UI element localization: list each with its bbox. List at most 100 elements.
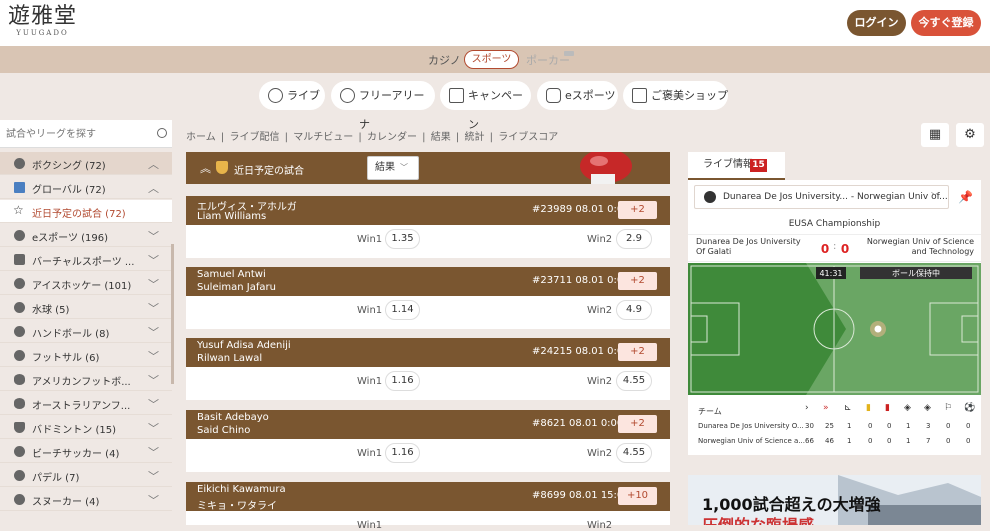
win1-odds[interactable]: 1.16 bbox=[385, 443, 420, 463]
offside-icon: ⚐ bbox=[944, 403, 953, 413]
match-header[interactable]: Samuel Antwi Suleiman Jafaru #23711 08.0… bbox=[186, 267, 670, 296]
sidebar-item-handball[interactable]: ハンドボール (8) ﹀ bbox=[0, 320, 172, 343]
star-icon: ☆ bbox=[13, 203, 24, 217]
win1-odds[interactable]: 1.16 bbox=[385, 371, 420, 391]
futsal-ball-icon bbox=[14, 350, 25, 361]
sidebar-item-virtual-sports[interactable]: バーチャルスポーツ ... ﹀ bbox=[0, 248, 172, 271]
sidebar-scrollbar[interactable] bbox=[171, 244, 174, 384]
tab-casino[interactable]: カジノ bbox=[428, 52, 461, 68]
shot-off-target-icon: ◈ bbox=[924, 403, 931, 413]
collapse-icon[interactable]: ︽ bbox=[200, 160, 211, 176]
category-live[interactable]: ライブ bbox=[259, 81, 325, 110]
breadcrumb-multiview[interactable]: マルチビュー bbox=[293, 132, 353, 143]
stat-value: 1 bbox=[847, 422, 852, 430]
login-button[interactable]: ログイン bbox=[847, 10, 906, 36]
breadcrumb-separator: | bbox=[489, 132, 494, 143]
breadcrumb-livescore[interactable]: ライブスコア bbox=[498, 132, 558, 143]
logo[interactable]: 遊雅堂 YUUGADO bbox=[8, 5, 77, 38]
breadcrumb-stats[interactable]: 統計 bbox=[464, 132, 484, 143]
breadcrumb-home[interactable]: ホーム bbox=[186, 132, 216, 143]
live-match-select[interactable]: Dunarea De Jos University... - Norwegian… bbox=[694, 185, 949, 209]
tab-sports[interactable]: スポーツ bbox=[464, 50, 519, 69]
more-markets-button[interactable]: +2 bbox=[618, 415, 657, 433]
sidebar-item-global[interactable]: グローバル (72) ︿ bbox=[0, 176, 172, 199]
sidebar-item-boxing[interactable]: ボクシング (72) ︿ bbox=[0, 152, 172, 175]
more-markets-button[interactable]: +2 bbox=[618, 272, 657, 290]
sidebar-item-american-football[interactable]: アメリカンフットボ... ﹀ bbox=[0, 368, 172, 391]
product-nav: カジノ スポーツ ポーカー bbox=[0, 46, 990, 73]
chevron-up-icon: ︿ bbox=[148, 158, 159, 171]
breadcrumb-results[interactable]: 結果 bbox=[431, 132, 451, 143]
globe-icon bbox=[14, 182, 25, 193]
search-input[interactable] bbox=[6, 126, 146, 142]
breadcrumb-calendar[interactable]: カレンダー bbox=[367, 132, 417, 143]
breadcrumb-separator: | bbox=[455, 132, 460, 143]
win2-odds[interactable]: 4.55 bbox=[616, 443, 652, 463]
sidebar-item-upcoming[interactable]: ☆ 近日予定の試合 (72) bbox=[0, 200, 172, 223]
win1-odds[interactable]: 1.14 bbox=[385, 300, 420, 320]
search-icon[interactable] bbox=[157, 128, 167, 138]
sidebar-item-snooker[interactable]: スヌーカー (4) ﹀ bbox=[0, 488, 172, 511]
match-meta: #8699 08.01 15:00 bbox=[532, 490, 630, 501]
calculator-icon[interactable]: ▦ bbox=[921, 123, 949, 147]
sidebar-item-label: スヌーカー (4) bbox=[32, 497, 100, 508]
stat-value: 46 bbox=[825, 437, 834, 445]
sidebar-item-label: 近日予定の試合 (72) bbox=[32, 209, 126, 220]
stat-value: 0 bbox=[868, 422, 873, 430]
sidebar-item-futsal[interactable]: フットサル (6) ﹀ bbox=[0, 344, 172, 367]
match-header[interactable]: Yusuf Adisa Adeniji Rilwan Lawal #24215 … bbox=[186, 338, 670, 367]
pin-icon[interactable]: 📌 bbox=[958, 190, 973, 204]
stat-value: 3 bbox=[926, 422, 931, 430]
beach-soccer-ball-icon bbox=[14, 446, 25, 457]
sidebar-item-water-polo[interactable]: 水球 (5) ﹀ bbox=[0, 296, 172, 319]
sidebar-item-ice-hockey[interactable]: アイスホッケー (101) ﹀ bbox=[0, 272, 172, 295]
match-card: Basit Adebayo Said Chino #8621 08.01 0:0… bbox=[186, 410, 670, 472]
register-button[interactable]: 今すぐ登録 bbox=[911, 10, 981, 36]
sidebar-item-beach-soccer[interactable]: ビーチサッカー (4) ﹀ bbox=[0, 440, 172, 463]
player-2: Said Chino bbox=[197, 425, 251, 436]
category-esports[interactable]: eスポーツ bbox=[537, 81, 618, 110]
win1-label: Win1 bbox=[357, 305, 383, 316]
player-1: Basit Adebayo bbox=[197, 412, 269, 423]
result-select[interactable]: 結果 ﹀ bbox=[367, 156, 419, 180]
substitution-icon: ⚽ bbox=[964, 403, 976, 413]
match-header[interactable]: Eikichi Kawamura ミキョ・ワタライ #8699 08.01 15… bbox=[186, 482, 670, 512]
category-label: ライブ bbox=[287, 89, 320, 102]
match-meta: #23989 08.01 0:00 bbox=[532, 204, 630, 215]
more-markets-button[interactable]: +10 bbox=[618, 487, 657, 505]
stat-value: 66 bbox=[805, 437, 814, 445]
promo-banner[interactable]: 1,000試合超えの大増強 圧倒的な臨場感 bbox=[688, 475, 981, 525]
match-header[interactable]: Basit Adebayo Said Chino #8621 08.01 0:0… bbox=[186, 410, 670, 439]
more-markets-button[interactable]: +2 bbox=[618, 201, 657, 219]
win2-odds[interactable]: 4.55 bbox=[616, 371, 652, 391]
banner-title: 近日予定の試合 bbox=[234, 166, 304, 177]
win1-label: Win1 bbox=[357, 234, 383, 245]
sidebar-item-aussie-rules[interactable]: オーストラリアンフ... ﹀ bbox=[0, 392, 172, 415]
category-reward-shop[interactable]: ご褒美ショップ bbox=[623, 81, 728, 110]
more-markets-button[interactable]: +2 bbox=[618, 343, 657, 361]
win2-odds[interactable]: 4.9 bbox=[616, 300, 652, 320]
breadcrumb: ホーム | ライブ配信 | マルチビュー | カレンダー | 結果 | 統計 |… bbox=[186, 128, 560, 143]
sidebar-item-padel[interactable]: パデル (7) ﹀ bbox=[0, 464, 172, 487]
win1-odds[interactable]: 1.35 bbox=[385, 229, 420, 249]
sidebar-item-esports[interactable]: eスポーツ (196) ﹀ bbox=[0, 224, 172, 247]
category-free-arena[interactable]: フリーアリーナ bbox=[331, 81, 435, 131]
match-header[interactable]: エルヴィス・アホルガ Liam Williams #23989 08.01 0:… bbox=[186, 196, 670, 225]
win2-label: Win2 bbox=[587, 448, 613, 459]
category-campaign[interactable]: キャンペーン bbox=[440, 81, 531, 131]
breadcrumb-live[interactable]: ライブ配信 bbox=[229, 132, 279, 143]
stat-value: 7 bbox=[926, 437, 931, 445]
score-separator: : bbox=[833, 241, 837, 252]
stat-value: 0 bbox=[887, 422, 892, 430]
gear-icon[interactable]: ⚙ bbox=[956, 123, 984, 147]
stat-value: 30 bbox=[805, 422, 814, 430]
win2-label: Win2 bbox=[587, 520, 613, 531]
team-2-name: Norwegian Univ of Science and Technology bbox=[866, 237, 974, 256]
header: 遊雅堂 YUUGADO ログイン 今すぐ登録 bbox=[0, 0, 990, 46]
tab-live-info[interactable]: ライブ情報 15 bbox=[688, 152, 785, 180]
sidebar-item-badminton[interactable]: バドミントン (15) ﹀ bbox=[0, 416, 172, 439]
pitch-visualization: 41:31 ボール保持中 bbox=[688, 263, 981, 395]
category-label: eスポーツ bbox=[565, 89, 616, 102]
win2-odds[interactable]: 2.9 bbox=[616, 229, 652, 249]
sidebar-item-label: グローバル (72) bbox=[32, 185, 106, 196]
